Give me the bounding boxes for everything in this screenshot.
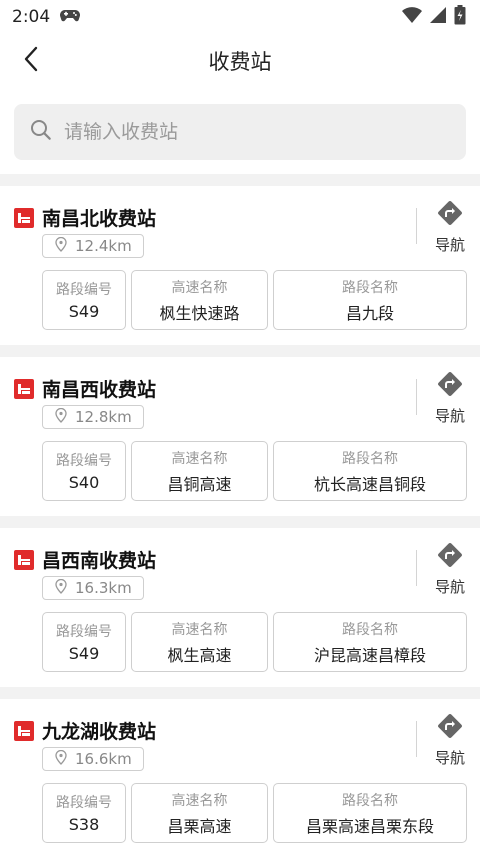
station-name: 南昌北收费站 — [42, 208, 157, 230]
divider — [416, 721, 417, 757]
navigate-button[interactable]: 导航 — [428, 200, 472, 255]
road-code-box: 路段编号 S40 — [42, 441, 126, 501]
segment-name-label: 路段名称 — [342, 279, 398, 296]
location-pin-icon — [55, 236, 67, 256]
toll-station-icon — [14, 549, 34, 570]
road-code-label: 路段编号 — [56, 453, 112, 469]
highway-name-label: 高速名称 — [171, 792, 228, 809]
segment-name-value: 昌栗高速昌栗东段 — [305, 816, 434, 836]
page-title: 收费站 — [208, 50, 272, 74]
road-code-label: 路段编号 — [56, 795, 112, 811]
back-button[interactable] — [14, 44, 48, 78]
station-card[interactable]: 昌西南收费站 16.3km 导航 路段编号 S49 高速名称 枫生高速 路段名称… — [0, 528, 480, 687]
divider — [416, 208, 417, 244]
navigate-label: 导航 — [434, 578, 465, 596]
navigate-button[interactable]: 导航 — [428, 542, 472, 597]
segment-name-box: 路段名称 昌栗高速昌栗东段 — [273, 783, 467, 843]
distance-text: 12.4km — [75, 237, 132, 255]
road-code-label: 路段编号 — [56, 624, 112, 640]
navigate-label: 导航 — [434, 236, 465, 254]
segment-name-value: 昌九段 — [345, 303, 394, 323]
divider — [416, 550, 417, 586]
highway-name-label: 高速名称 — [171, 450, 228, 467]
navigation-turn-icon — [437, 542, 463, 572]
road-code-box: 路段编号 S49 — [42, 612, 126, 672]
station-card[interactable]: 南昌北收费站 12.4km 导航 路段编号 S49 高速名称 枫生快速路 路段名… — [0, 186, 480, 345]
highway-name-value: 昌铜高速 — [167, 474, 232, 494]
highway-name-box: 高速名称 枫生快速路 — [131, 270, 268, 330]
station-name: 昌西南收费站 — [42, 550, 157, 572]
search-input[interactable] — [64, 121, 424, 143]
app-bar: 收费站 — [0, 34, 480, 88]
navigate-label: 导航 — [434, 407, 465, 425]
road-code-value: S49 — [68, 302, 100, 321]
road-code-value: S38 — [68, 815, 100, 834]
location-pin-icon — [55, 578, 67, 598]
distance-text: 16.6km — [75, 750, 132, 768]
segment-name-value: 沪昆高速昌樟段 — [313, 645, 426, 665]
battery-icon — [454, 5, 466, 29]
search-icon — [30, 119, 52, 145]
distance-text: 12.8km — [75, 408, 132, 426]
station-list: 南昌北收费站 12.4km 导航 路段编号 S49 高速名称 枫生快速路 路段名… — [0, 174, 480, 853]
gamepad-icon — [60, 8, 81, 27]
segment-name-box: 路段名称 沪昆高速昌樟段 — [273, 612, 467, 672]
station-card[interactable]: 九龙湖收费站 16.6km 导航 路段编号 S38 高速名称 昌栗高速 路段名称… — [0, 699, 480, 853]
search-area — [0, 88, 480, 160]
highway-name-value: 昌栗高速 — [167, 816, 232, 836]
navigate-button[interactable]: 导航 — [428, 371, 472, 426]
segment-name-box: 路段名称 昌九段 — [273, 270, 467, 330]
segment-name-label: 路段名称 — [342, 621, 398, 638]
road-code-value: S40 — [68, 473, 100, 492]
highway-name-box: 高速名称 枫生高速 — [131, 612, 268, 672]
status-bar: 2:04 — [0, 0, 480, 34]
highway-name-box: 高速名称 昌栗高速 — [131, 783, 268, 843]
station-card[interactable]: 南昌西收费站 12.8km 导航 路段编号 S40 高速名称 昌铜高速 路段名称… — [0, 357, 480, 516]
segment-name-box: 路段名称 杭长高速昌铜段 — [273, 441, 467, 501]
wifi-icon — [402, 7, 422, 27]
location-pin-icon — [55, 407, 67, 427]
segment-name-value: 杭长高速昌铜段 — [313, 474, 426, 494]
distance-text: 16.3km — [75, 579, 132, 597]
search-box[interactable] — [14, 104, 466, 160]
navigation-turn-icon — [437, 200, 463, 230]
segment-name-label: 路段名称 — [342, 450, 398, 467]
highway-name-box: 高速名称 昌铜高速 — [131, 441, 268, 501]
navigate-label: 导航 — [434, 749, 465, 767]
distance-badge: 16.6km — [42, 747, 144, 771]
toll-station-icon — [14, 207, 34, 228]
road-code-value: S49 — [68, 644, 100, 663]
divider — [416, 379, 417, 415]
distance-badge: 12.4km — [42, 234, 144, 258]
cellular-icon — [430, 7, 446, 27]
road-code-label: 路段编号 — [56, 282, 112, 298]
chevron-left-icon — [23, 46, 39, 76]
road-code-box: 路段编号 S38 — [42, 783, 126, 843]
navigation-turn-icon — [437, 371, 463, 401]
road-code-box: 路段编号 S49 — [42, 270, 126, 330]
navigation-turn-icon — [437, 713, 463, 743]
toll-station-icon — [14, 720, 34, 741]
status-time: 2:04 — [12, 7, 51, 27]
station-name: 南昌西收费站 — [42, 379, 157, 401]
distance-badge: 16.3km — [42, 576, 144, 600]
station-name: 九龙湖收费站 — [42, 721, 157, 743]
highway-name-label: 高速名称 — [171, 621, 228, 638]
highway-name-label: 高速名称 — [171, 279, 228, 296]
highway-name-value: 枫生快速路 — [159, 303, 240, 323]
segment-name-label: 路段名称 — [342, 792, 398, 809]
distance-badge: 12.8km — [42, 405, 144, 429]
toll-station-icon — [14, 378, 34, 399]
navigate-button[interactable]: 导航 — [428, 713, 472, 768]
highway-name-value: 枫生高速 — [167, 645, 232, 665]
location-pin-icon — [55, 749, 67, 769]
